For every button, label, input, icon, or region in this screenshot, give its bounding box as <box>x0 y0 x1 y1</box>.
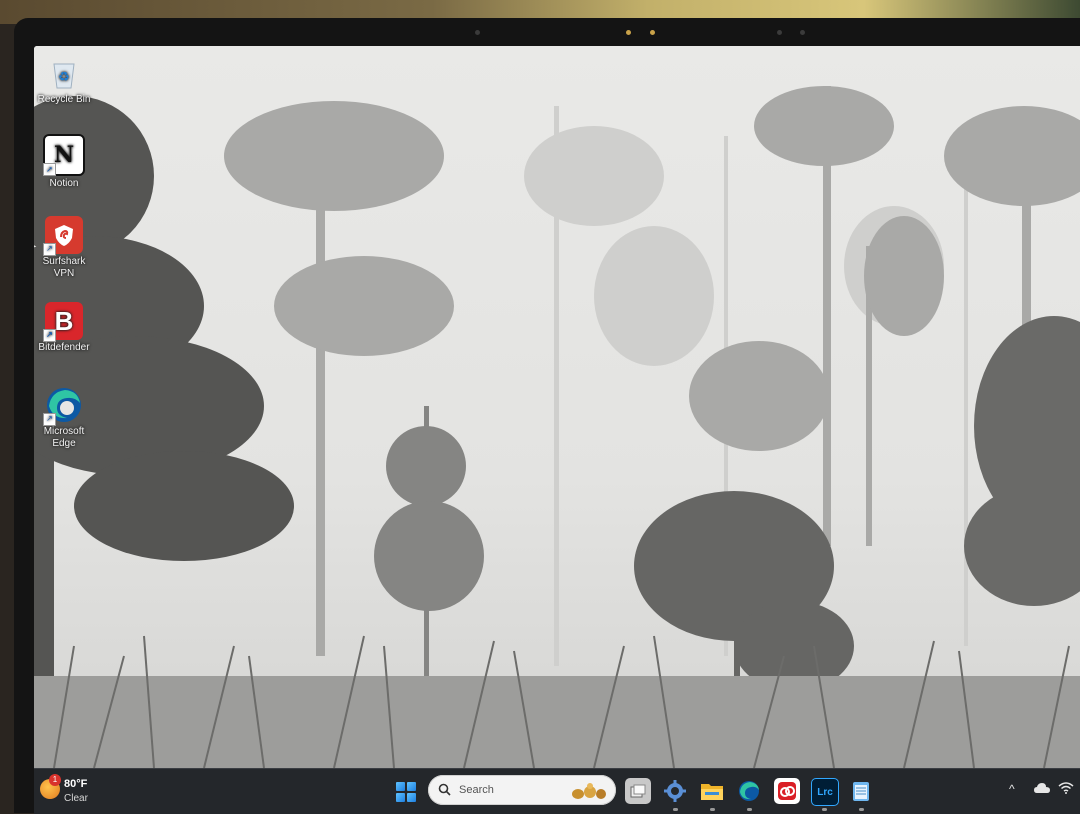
bezel-sensor <box>800 30 805 35</box>
start-button[interactable] <box>396 782 416 802</box>
search-icon <box>438 783 451 799</box>
shortcut-arrow-icon: ↗ <box>43 329 56 342</box>
bezel-sensor <box>626 30 631 35</box>
weather-condition: Clear <box>64 793 88 804</box>
shortcut-arrow-icon: ↗ <box>43 163 56 176</box>
task-view-icon[interactable] <box>625 778 651 804</box>
desktop-icon-label: Microsoft Edge <box>43 426 85 449</box>
weather-temperature: 80°F <box>64 778 88 790</box>
surfshark-icon: ↗ <box>43 216 83 256</box>
notion-icon: N ↗ <box>43 134 85 176</box>
running-indicator <box>710 808 715 811</box>
running-indicator <box>747 808 752 811</box>
edge-taskbar-icon[interactable] <box>736 778 762 804</box>
desktop-icon-label: Recycle Bin <box>37 94 91 105</box>
desktop-screen[interactable]: ♻ Recycle Bin N ↗ Notion ↗ Surfshark VPN… <box>34 46 1080 814</box>
shortcut-arrow-icon: ↗ <box>43 243 56 256</box>
windows-logo-icon <box>396 793 405 802</box>
desktop-icon-label: Notion <box>49 178 79 189</box>
notepad-icon[interactable] <box>848 778 874 804</box>
wifi-icon[interactable] <box>1058 782 1074 797</box>
bezel-sensor <box>475 30 480 35</box>
show-hidden-icons-chevron-icon[interactable]: ^ <box>1009 782 1015 796</box>
svg-text:♻: ♻ <box>58 70 70 85</box>
desktop-icon-recycle-bin[interactable]: ♻ Recycle Bin <box>34 54 97 106</box>
creative-cloud-icon[interactable] <box>774 778 800 804</box>
windows-logo-icon <box>396 782 405 791</box>
desktop-icon-edge[interactable]: ↗ Microsoft Edge <box>34 386 97 450</box>
search-box[interactable]: Search <box>428 775 616 805</box>
desktop-wallpaper <box>34 46 1080 768</box>
desktop-icon-surfshark[interactable]: ↗ Surfshark VPN <box>34 216 97 280</box>
running-indicator <box>859 808 864 811</box>
desktop-icon-label: Surfshark VPN <box>42 256 86 279</box>
weather-widget[interactable]: 1 80°F Clear <box>40 774 110 808</box>
desktop-icon-bitdefender[interactable]: B ↗ Bitdefender <box>34 302 97 354</box>
windows-logo-icon <box>407 793 416 802</box>
running-indicator <box>822 808 827 811</box>
onedrive-cloud-icon[interactable] <box>1034 782 1050 796</box>
edge-icon: ↗ <box>43 386 83 426</box>
lightroom-icon[interactable]: Lrc <box>811 778 839 806</box>
bitdefender-icon: B ↗ <box>43 302 83 342</box>
notification-badge: 1 <box>49 774 61 786</box>
search-placeholder: Search <box>459 784 494 796</box>
running-indicator <box>673 808 678 811</box>
windows-logo-icon <box>407 782 416 791</box>
folder-icon[interactable] <box>699 778 725 804</box>
bezel-sensor <box>777 30 782 35</box>
desktop-icon-notion[interactable]: N ↗ Notion <box>34 134 97 190</box>
recycle-bin-icon: ♻ <box>45 54 83 92</box>
bezel-sensor <box>650 30 655 35</box>
shortcut-arrow-icon: ↗ <box>43 413 56 426</box>
desktop-icon-label: Bitdefender <box>38 342 90 353</box>
gear-icon[interactable] <box>662 778 688 804</box>
taskbar: 1 80°F Clear Search Lrc ^ <box>34 768 1080 814</box>
search-highlight-illustration-icon <box>568 780 608 800</box>
